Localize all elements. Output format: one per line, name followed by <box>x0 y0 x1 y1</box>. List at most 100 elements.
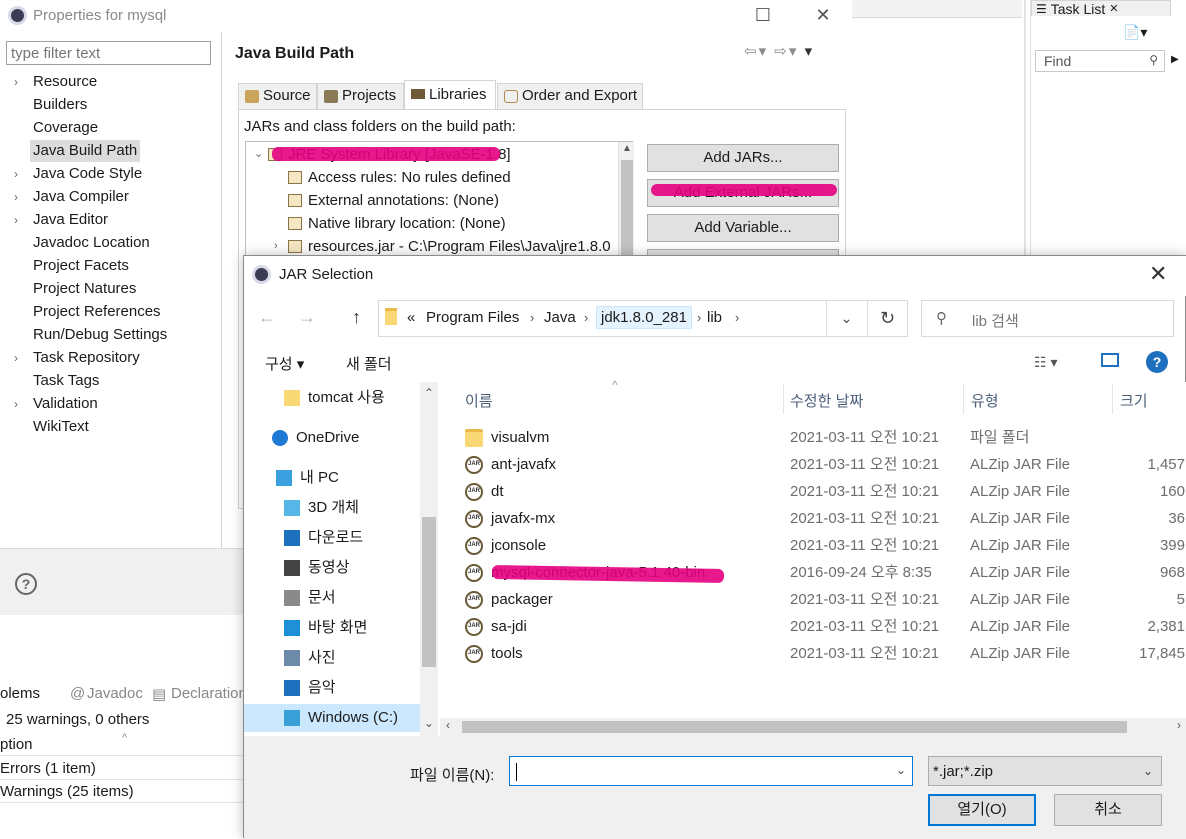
tab-javadoc[interactable]: Javadoc <box>87 685 143 702</box>
chevron-right-icon[interactable]: › <box>14 71 18 93</box>
file-row[interactable]: JAR jconsole 2021-03-11 오전 10:21 ALZip JAR … <box>440 532 1186 559</box>
column-type[interactable]: 유형 <box>971 390 999 411</box>
forward-arrow-icon[interactable]: → <box>298 307 316 328</box>
nav-item[interactable]: 3D 개체 <box>244 494 420 522</box>
chevron-down-icon[interactable]: ⌄ <box>254 143 263 166</box>
column-date[interactable]: 수정한 날짜 <box>790 390 863 411</box>
file-row[interactable]: JAR sa-jdi 2021-03-11 오전 10:21 ALZip JAR Fi… <box>440 613 1186 640</box>
add-jars-button[interactable]: Add JARs... <box>647 144 839 172</box>
nav-item[interactable]: 사진 <box>244 644 420 672</box>
scroll-left-icon[interactable]: ‹ <box>446 718 450 732</box>
file-row[interactable]: JAR ant-javafx 2021-03-11 오전 10:21 ALZip JA… <box>440 451 1186 478</box>
history-nav[interactable]: ⇦▾ ⇨▾ ▾ <box>744 42 814 60</box>
tab-problems[interactable]: olems <box>0 685 40 702</box>
view-menu-icon[interactable]: ▶ <box>1171 54 1179 65</box>
problems-row-warnings[interactable]: Warnings (25 items) <box>0 780 244 803</box>
chevron-right-icon[interactable]: › <box>735 310 739 325</box>
forward-arrow-icon[interactable]: ⇨▾ <box>774 43 798 60</box>
scroll-thumb[interactable] <box>422 517 436 667</box>
chevron-right-icon[interactable]: › <box>14 347 18 369</box>
file-row[interactable]: JAR packager 2021-03-11 오전 10:21 ALZip JAR … <box>440 586 1186 613</box>
nav-scrollbar[interactable]: ⌃ ⌄ <box>420 382 438 736</box>
breadcrumb-jdk[interactable]: jdk1.8.0_281 <box>596 306 692 329</box>
view-menu-icon[interactable]: ▾ <box>805 43 815 60</box>
close-icon[interactable]: ✕ <box>1149 261 1167 287</box>
horizontal-scrollbar[interactable]: ‹ › <box>440 718 1186 736</box>
breadcrumb-java[interactable]: Java <box>544 309 576 326</box>
column-divider[interactable] <box>1112 384 1113 414</box>
chevron-down-icon[interactable]: ⌄ <box>896 763 906 777</box>
tab-libraries[interactable]: Libraries <box>404 80 496 109</box>
column-divider[interactable] <box>783 384 784 414</box>
nav-item[interactable]: 내 PC <box>244 464 420 492</box>
new-folder-button[interactable]: 새 폴더 <box>346 353 392 374</box>
nav-item[interactable]: 동영상 <box>244 554 420 582</box>
problems-row-errors[interactable]: Errors (1 item) <box>0 757 244 780</box>
tab-declaration[interactable]: Declaration <box>171 685 247 702</box>
breadcrumb-overflow[interactable]: « <box>407 309 415 326</box>
add-variable-button[interactable]: Add Variable... <box>647 214 839 242</box>
organize-menu[interactable]: 구성 ▾ <box>265 353 304 374</box>
tab-order-export[interactable]: Order and Export <box>497 83 643 109</box>
chevron-right-icon[interactable]: › <box>584 310 588 325</box>
address-bar[interactable]: « Program Files › Java › jdk1.8.0_281 › … <box>378 300 908 337</box>
chevron-right-icon[interactable]: › <box>530 310 534 325</box>
close-icon[interactable]: ✕ <box>800 0 846 32</box>
tab-task-list[interactable]: ☰ Task List ✕ <box>1031 0 1171 17</box>
chevron-right-icon[interactable]: › <box>14 186 18 208</box>
task-find-input[interactable]: Find ⚲ <box>1035 50 1165 72</box>
tab-source[interactable]: Source <box>238 83 317 109</box>
back-arrow-icon[interactable]: ← <box>258 307 276 328</box>
view-options-icon[interactable]: ☷ ▾ <box>1034 354 1057 371</box>
chevron-right-icon[interactable]: › <box>14 209 18 231</box>
nav-item[interactable]: 다운로드 <box>244 524 420 552</box>
nav-item[interactable]: Windows (C:) <box>244 704 420 732</box>
jar-selection-dialog: JAR Selection ✕ ← → ↑ « Program Files › … <box>243 255 1186 839</box>
breadcrumb-program-files[interactable]: Program Files <box>426 309 519 326</box>
chevron-right-icon[interactable]: › <box>14 393 18 415</box>
file-row[interactable]: JAR javafx-mx 2021-03-11 오전 10:21 ALZip JAR… <box>440 505 1186 532</box>
scroll-right-icon[interactable]: › <box>1177 718 1181 732</box>
maximize-icon[interactable]: ☐ <box>740 0 786 32</box>
file-row[interactable]: JAR dt 2021-03-11 오전 10:21 ALZip JAR File 16… <box>440 478 1186 505</box>
back-arrow-icon[interactable]: ⇦▾ <box>744 43 768 60</box>
chevron-right-icon[interactable]: › <box>697 310 701 325</box>
nav-item[interactable]: OneDrive <box>244 424 420 452</box>
column-divider[interactable] <box>963 384 964 414</box>
scroll-thumb[interactable] <box>462 721 1127 733</box>
preview-pane-icon[interactable] <box>1101 353 1119 367</box>
chevron-down-icon[interactable]: ⌄ <box>1143 764 1153 778</box>
file-row[interactable]: visualvm 2021-03-11 오전 10:21 파일 폴더 <box>440 424 1186 451</box>
help-icon[interactable]: ? <box>15 573 37 595</box>
search-input[interactable]: ⚲ lib 검색 <box>921 300 1174 337</box>
cancel-button[interactable]: 취소 <box>1054 794 1162 826</box>
filetype-select[interactable]: *.jar;*.zip ⌄ <box>928 756 1162 786</box>
refresh-icon[interactable]: ↻ <box>867 301 907 336</box>
view-separator[interactable] <box>1024 0 1026 258</box>
nav-item[interactable]: 문서 <box>244 584 420 612</box>
help-icon[interactable]: ? <box>1146 351 1168 373</box>
open-button[interactable]: 열기(O) <box>928 794 1036 826</box>
close-icon[interactable]: ✕ <box>1109 0 1118 21</box>
file-date: 2021-03-11 오전 10:21 <box>790 429 940 446</box>
new-task-icon[interactable]: 📄▾ <box>1123 24 1147 41</box>
scroll-up-icon[interactable]: ⌃ <box>424 386 434 400</box>
nav-item[interactable]: 음악 <box>244 674 420 702</box>
up-arrow-icon[interactable]: ↑ <box>352 307 361 328</box>
file-row[interactable]: JAR tools 2021-03-11 오전 10:21 ALZip JAR Fil… <box>440 640 1186 667</box>
nav-item[interactable]: 바탕 화면 <box>244 614 420 642</box>
breadcrumb-lib[interactable]: lib <box>707 309 722 326</box>
filter-input[interactable] <box>6 41 211 65</box>
search-icon: ⚲ <box>1149 53 1158 67</box>
chevron-right-icon[interactable]: › <box>14 163 18 185</box>
column-size[interactable]: 크기 <box>1120 390 1148 411</box>
nav-item[interactable]: tomcat 사용 <box>244 384 420 412</box>
scroll-up-icon[interactable]: ▲ <box>622 143 632 154</box>
filename-input[interactable]: ⌄ <box>509 756 913 786</box>
chevron-down-icon[interactable]: ⌄ <box>826 301 866 336</box>
scroll-down-icon[interactable]: ⌄ <box>424 716 434 730</box>
problems-column-header[interactable]: ption ^ <box>0 732 244 756</box>
column-name[interactable]: 이름 <box>465 390 493 411</box>
scroll-thumb[interactable] <box>621 160 633 260</box>
tab-projects[interactable]: Projects <box>317 83 404 109</box>
